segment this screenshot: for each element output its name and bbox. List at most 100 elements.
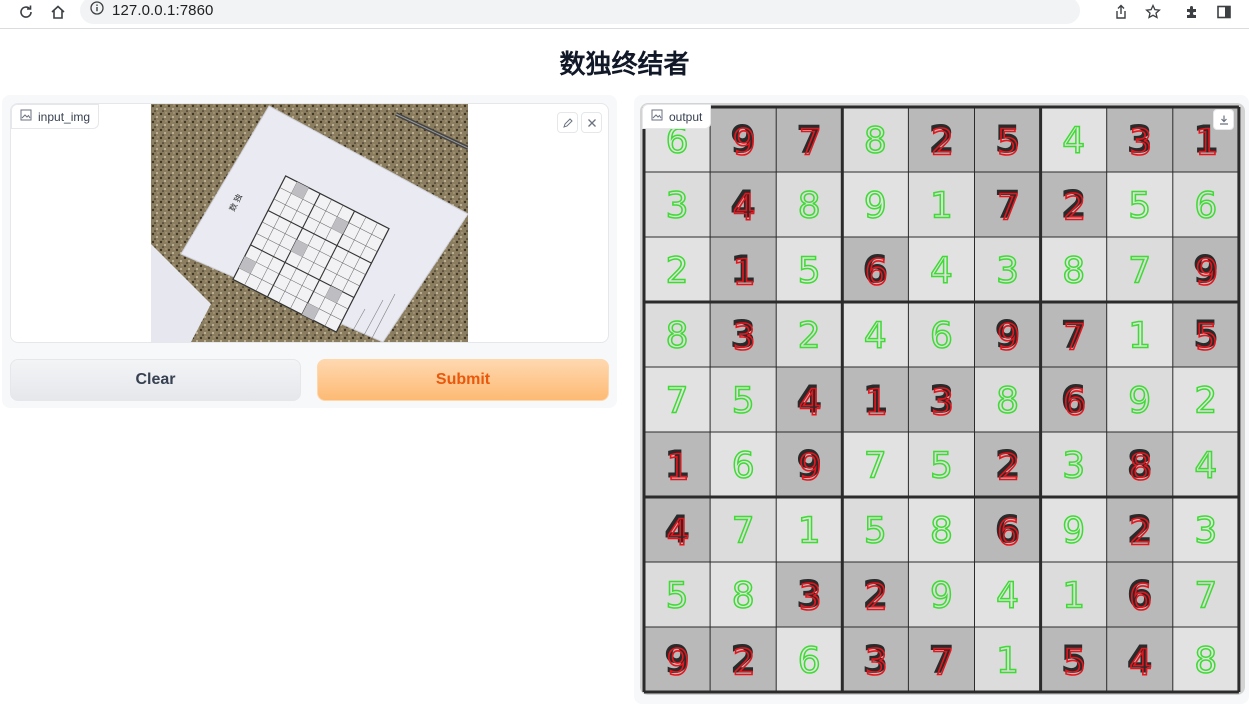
input-image-box[interactable]: input_img 数 独 [10,103,609,343]
recognized-digit: 5 [1195,318,1218,359]
recognized-digit: 9 [997,318,1020,359]
recognized-digit: 6 [997,513,1020,554]
solved-digit: 6 [1194,186,1217,227]
url-text: 127.0.0.1:7860 [112,2,214,19]
solved-digit: 8 [1062,251,1085,292]
recognized-digit: 2 [1129,513,1152,554]
recognized-digit: 4 [667,513,690,554]
solved-digit: 5 [1128,186,1151,227]
output-label: output [642,104,712,129]
output-label-text: output [669,109,703,124]
solved-digit: 6 [732,446,755,487]
output-image-box: 6 9 9 7 7 8 2 2 5 5 4 3 3 1 1 3 4 4 8 9 1 7 7 2 2 5 6 2 1 1 5 6 6 4 3 8 7 9 9 8… [640,103,1245,695]
solved-digit: 5 [864,511,887,552]
home-icon[interactable] [47,1,69,23]
solved-digit: 7 [864,446,887,487]
recognized-digit: 3 [733,318,756,359]
image-icon [20,109,32,124]
solved-digit: 9 [930,576,953,617]
solved-digit: 1 [996,641,1019,682]
solved-digit: 8 [996,381,1019,422]
side-panel-icon[interactable] [1214,2,1234,22]
solved-digit: 7 [1128,251,1151,292]
solved-digit: 8 [864,121,887,162]
solved-digit: 7 [666,381,689,422]
recognized-digit: 9 [1195,253,1218,294]
recognized-digit: 9 [799,448,822,489]
recognized-digit: 3 [1129,123,1152,164]
recognized-digit: 9 [667,643,690,684]
solved-digit: 7 [732,511,755,552]
solved-digit: 4 [1194,446,1217,487]
solved-digit: 2 [666,251,689,292]
image-icon [651,109,663,124]
solved-digit: 8 [798,186,821,227]
recognized-digit: 6 [1129,578,1152,619]
solved-digit: 4 [864,316,887,357]
info-icon[interactable] [90,1,104,20]
recognized-digit: 6 [865,253,888,294]
solved-digit: 4 [1062,121,1085,162]
solved-digit: 9 [864,186,887,227]
solved-digit: 8 [930,511,953,552]
solved-digit: 3 [996,251,1019,292]
sudoku-photo: 数 独 [151,104,468,342]
recognized-digit: 4 [1129,643,1152,684]
submit-button[interactable]: Submit [317,359,609,401]
solved-digit: 3 [1062,446,1085,487]
solved-digit: 6 [798,641,821,682]
solved-digit: 5 [930,446,953,487]
recognized-digit: 4 [799,383,822,424]
input-label: input_img [11,104,100,129]
bookmark-star-icon[interactable] [1143,2,1163,22]
recognized-digit: 7 [1063,318,1086,359]
solved-sudoku-image: 6 9 9 7 7 8 2 2 5 5 4 3 3 1 1 3 4 4 8 9 1 7 7 2 2 5 6 2 1 1 5 6 6 4 3 8 7 9 9 8… [640,103,1245,695]
recognized-digit: 1 [667,448,690,489]
solved-digit: 3 [1194,511,1217,552]
solved-digit: 5 [732,381,755,422]
clear-button[interactable]: Clear [10,359,301,401]
browser-toolbar: 127.0.0.1:7860 [0,0,1249,29]
recognized-digit: 2 [1063,188,1086,229]
solved-digit: 2 [798,316,821,357]
solved-digit: 5 [666,576,689,617]
page-title: 数独终结者 [559,49,690,79]
close-icon[interactable] [581,112,602,133]
recognized-digit: 5 [1063,643,1086,684]
recognized-digit: 6 [1063,383,1086,424]
recognized-digit: 3 [931,383,954,424]
solved-digit: 3 [666,186,689,227]
recognized-digit: 7 [931,643,954,684]
share-icon[interactable] [1111,2,1131,22]
recognized-digit: 5 [997,123,1020,164]
recognized-digit: 2 [733,643,756,684]
recognized-digit: 2 [931,123,954,164]
recognized-digit: 7 [997,188,1020,229]
recognized-digit: 7 [799,123,822,164]
reload-icon[interactable] [15,1,37,23]
recognized-digit: 3 [799,578,822,619]
solved-digit: 1 [930,186,953,227]
solved-digit: 9 [1128,381,1151,422]
solved-digit: 4 [930,251,953,292]
recognized-digit: 3 [865,643,888,684]
solved-digit: 6 [930,316,953,357]
edit-pencil-icon[interactable] [557,112,578,133]
solved-digit: 1 [1062,576,1085,617]
input-label-text: input_img [38,109,91,124]
solved-digit: 1 [798,511,821,552]
recognized-digit: 2 [865,578,888,619]
solved-digit: 7 [1194,576,1217,617]
address-bar[interactable]: 127.0.0.1:7860 [80,0,1080,24]
download-icon[interactable] [1213,109,1234,130]
recognized-digit: 2 [997,448,1020,489]
solved-digit: 1 [1128,316,1151,357]
recognized-digit: 1 [865,383,888,424]
solved-digit: 2 [1194,381,1217,422]
extensions-icon[interactable] [1182,2,1202,22]
solved-digit: 8 [732,576,755,617]
solved-digit: 4 [996,576,1019,617]
solved-digit: 8 [666,316,689,357]
solved-digit: 5 [798,251,821,292]
recognized-digit: 9 [733,123,756,164]
